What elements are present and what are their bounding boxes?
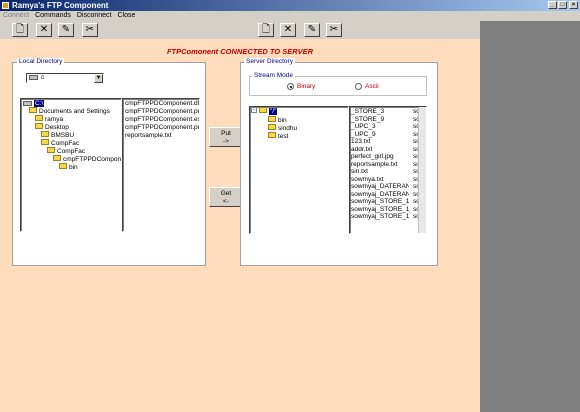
window-title: Ramya's FTP Component bbox=[12, 1, 109, 10]
folder-icon bbox=[53, 155, 61, 162]
local-file-list[interactable]: cmpFTPPDComponent.dll cmpFTPPDComponent.p… bbox=[122, 98, 200, 232]
local-tree-label: Documents and Settings bbox=[39, 108, 110, 115]
x-icon: ✕ bbox=[39, 24, 49, 35]
folder-icon bbox=[41, 131, 49, 138]
server-tree-label: bin bbox=[278, 117, 287, 124]
local-folder-tree[interactable]: C:\ Documents and Settings ramya Desktop BMS… bbox=[20, 98, 122, 232]
binary-label: Binary bbox=[297, 83, 316, 90]
drive-icon bbox=[29, 74, 38, 80]
server-tree-label: test bbox=[278, 133, 289, 140]
scissors-icon: ✂ bbox=[329, 24, 339, 35]
folder-icon bbox=[29, 107, 37, 114]
local-tree-label: CompFac bbox=[57, 148, 86, 155]
x-icon: ✕ bbox=[283, 24, 293, 35]
server-tree-label: sindhu bbox=[278, 125, 298, 132]
folder-icon bbox=[268, 132, 276, 139]
local-tree-label: ramya bbox=[45, 116, 64, 123]
binary-radio[interactable] bbox=[287, 82, 294, 90]
local-tree-label: CompFac bbox=[51, 140, 80, 147]
cut-button[interactable]: ✂ bbox=[82, 23, 98, 37]
server-file-name: sowmyaj_STORE_14 bbox=[351, 213, 409, 220]
new-document-icon: 🗋 bbox=[15, 24, 25, 35]
folder-icon bbox=[59, 163, 67, 170]
local-file-item[interactable]: cmpFTPPDComponent.dll bbox=[125, 100, 199, 108]
put-label: Put bbox=[221, 130, 231, 137]
minimize-button[interactable]: _ bbox=[548, 1, 557, 9]
server-file-list[interactable]: _STORE_3 sc _STORE_9 sc _UPC_3 sc _UPC_9 sc 123.… bbox=[349, 106, 427, 234]
local-tree-label: BMSBU bbox=[51, 132, 75, 139]
folder-icon bbox=[268, 116, 276, 123]
edit-icon: ✎ bbox=[61, 24, 71, 35]
edit-button[interactable]: ✎ bbox=[58, 23, 74, 37]
new-document-icon: 🗋 bbox=[261, 24, 271, 35]
server-cut-button[interactable]: ✂ bbox=[326, 23, 342, 37]
ascii-label: Ascii bbox=[365, 83, 379, 90]
local-tree-label: Desktop bbox=[45, 124, 69, 131]
local-tree-item[interactable]: bin bbox=[59, 163, 78, 172]
menu-bar: Connect Commands Disconnect Close bbox=[0, 11, 580, 21]
local-file-item[interactable]: reportsample.txt bbox=[125, 132, 172, 140]
local-file-item[interactable]: cmpFTPPDComponent.exe bbox=[125, 116, 199, 124]
get-button[interactable]: Get <- bbox=[209, 187, 243, 207]
tree-root-label: "/" bbox=[269, 108, 278, 115]
connection-status: FTPComonent CONNECTED TO SERVER bbox=[166, 47, 314, 56]
local-tree-label: cmpFTPPDComponent bbox=[63, 156, 122, 163]
delete-button[interactable]: ✕ bbox=[36, 23, 52, 37]
toolbar: 🗋 ✕ ✎ ✂ 🗋 ✕ ✎ ✂ bbox=[0, 21, 480, 39]
folder-icon bbox=[35, 115, 43, 122]
new-button[interactable]: 🗋 bbox=[12, 23, 28, 37]
scissors-icon: ✂ bbox=[85, 24, 95, 35]
drive-icon bbox=[23, 100, 32, 106]
folder-icon bbox=[35, 123, 43, 130]
local-file-item[interactable]: cmpFTPPDComponent.pdb bbox=[125, 124, 199, 132]
server-directory-label: Server Directory bbox=[244, 58, 295, 66]
ascii-option[interactable]: Ascii bbox=[355, 82, 379, 91]
server-tree-item[interactable]: test bbox=[268, 132, 289, 141]
menu-commands[interactable]: Commands bbox=[32, 11, 74, 21]
get-label: Get bbox=[220, 190, 232, 197]
folder-icon bbox=[41, 139, 49, 146]
tree-root-row[interactable]: − "/" bbox=[251, 107, 278, 116]
put-button[interactable]: Put -> bbox=[209, 127, 243, 147]
server-file-item[interactable]: sowmyaj_STORE_14 sc bbox=[351, 213, 420, 221]
local-file-item[interactable]: cmpFTPPDComponent.pdb bbox=[125, 108, 199, 116]
left-arrow-icon: <- bbox=[223, 198, 229, 205]
folder-icon bbox=[268, 124, 276, 131]
stream-mode-label: Stream Mode bbox=[252, 72, 296, 80]
app-icon bbox=[2, 2, 9, 9]
drive-value: c bbox=[41, 74, 45, 81]
local-directory-label: Local Directory bbox=[17, 58, 65, 66]
local-tree-label: C:\ bbox=[34, 100, 45, 107]
collapse-icon[interactable]: − bbox=[251, 107, 257, 114]
ascii-radio[interactable] bbox=[355, 82, 362, 90]
close-window-button[interactable]: × bbox=[569, 1, 578, 9]
server-edit-button[interactable]: ✎ bbox=[304, 23, 320, 37]
folder-icon bbox=[47, 147, 55, 154]
menu-disconnect[interactable]: Disconnect bbox=[74, 11, 115, 21]
drive-select[interactable]: c ▼ bbox=[26, 73, 104, 83]
binary-option[interactable]: Binary bbox=[287, 82, 315, 91]
server-file-scrollbar[interactable] bbox=[418, 107, 426, 233]
folder-open-icon bbox=[259, 107, 267, 114]
edit-icon: ✎ bbox=[307, 24, 317, 35]
menu-close[interactable]: Close bbox=[115, 11, 139, 21]
chevron-down-icon[interactable]: ▼ bbox=[94, 74, 103, 83]
title-bar: Ramya's FTP Component _ □ × bbox=[0, 0, 580, 11]
server-folder-tree[interactable]: − "/" bin sindhu test bbox=[249, 106, 349, 234]
server-delete-button[interactable]: ✕ bbox=[280, 23, 296, 37]
maximize-button[interactable]: □ bbox=[558, 1, 567, 9]
server-new-button[interactable]: 🗋 bbox=[258, 23, 274, 37]
menu-connect[interactable]: Connect bbox=[0, 11, 32, 21]
local-tree-label: bin bbox=[69, 164, 78, 171]
right-arrow-icon: -> bbox=[223, 138, 229, 145]
